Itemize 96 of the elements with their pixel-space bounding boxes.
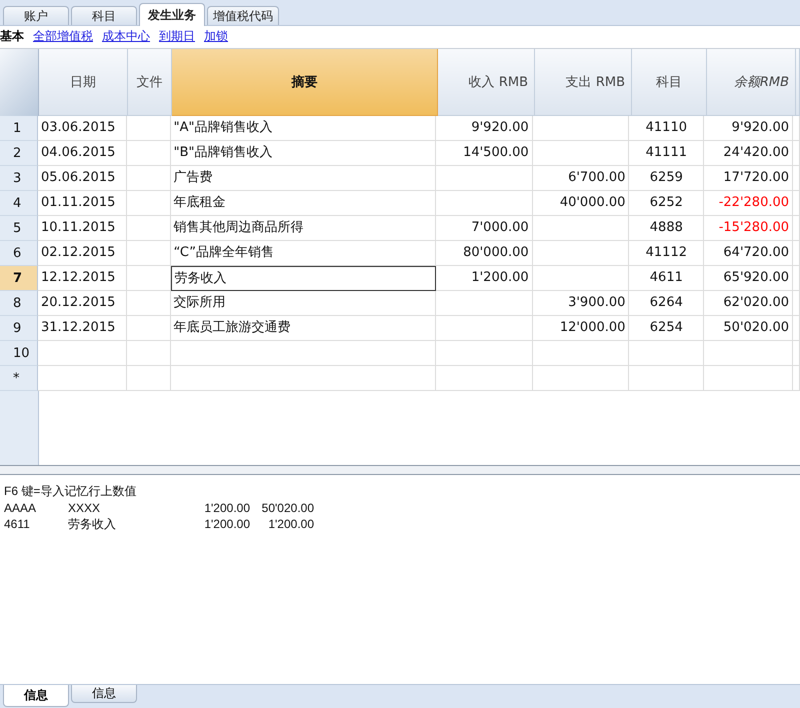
table-cell [126,241,171,266]
table-cell: "B"品牌销售收入 [170,141,436,166]
table-cell: 02.12.2015 [38,241,127,266]
info-text: 劳务收入 [68,516,117,532]
tab[interactable]: 账户 [3,6,69,25]
table-cell: 05.06.2015 [38,166,127,191]
table-cell: 03.06.2015 [38,116,127,141]
table-cell: 20.12.2015 [38,291,127,316]
tab[interactable]: 信息 [3,685,69,707]
table-cell: 9'920.00 [704,116,794,141]
column-header[interactable]: 余额RMB [707,49,796,116]
table-cell: 销售其他周边商品所得 [170,216,436,241]
corner-header [0,49,39,116]
table-cell: 交际所用 [170,291,436,316]
table-cell [126,291,171,316]
column-header[interactable]: 摘要 [172,49,438,116]
table-cell [126,216,171,241]
table-cell: -15'280.00 [704,216,794,241]
table-cell: 41111 [629,141,704,166]
column-header[interactable]: 收入 RMB [438,49,535,116]
table-cell: 64'720.00 [704,241,794,266]
table-cell: 劳务收入 [170,266,436,291]
table-cell: 12.12.2015 [38,266,127,291]
table-cell: 年底员工旅游交通费 [170,316,436,341]
table-cell: "A"品牌销售收入 [170,116,436,141]
table-cell: 80'000.00 [436,241,533,266]
table-cell: 广告费 [170,166,436,191]
tab[interactable]: 发生业务 [139,3,205,26]
row-number: 3 [0,166,38,191]
table-cell: 62'020.00 [704,291,794,316]
table-cell: 04.06.2015 [38,141,127,166]
hint-text: F6 键=导入记忆行上数值 [4,483,138,500]
tab[interactable]: 信息 [71,685,137,703]
table-cell: 6'700.00 [532,166,630,191]
view-link[interactable]: 基本 [0,28,24,44]
table-cell: 14'500.00 [436,141,533,166]
splitter-bar[interactable] [0,465,800,475]
view-link[interactable]: 全部增值税 [33,28,93,44]
view-link[interactable]: 成本中心 [102,28,150,44]
table-cell: 65'920.00 [704,266,794,291]
column-header[interactable]: 文件 [128,49,172,116]
table-cell: “C”品牌全年销售 [170,241,436,266]
table-cell: 17'720.00 [704,166,794,191]
table-cell: 3'900.00 [532,291,630,316]
row-number: 5 [0,216,38,241]
info-text: AAAA [4,501,38,515]
info-text: 50'020.00 [260,501,314,515]
table-cell: 40'000.00 [532,191,630,216]
row-number: 1 [0,116,38,141]
column-header[interactable]: 科目 [632,49,707,116]
table-cell: 50'020.00 [704,316,794,341]
table-cell: 7'000.00 [436,216,533,241]
tab[interactable]: 增值税代码 [207,6,279,25]
table-cell: 31.12.2015 [38,316,127,341]
table-cell: 4611 [629,266,704,291]
table-cell [126,166,171,191]
table-cell: 10.11.2015 [38,216,127,241]
table-cell: 6264 [629,291,704,316]
row-number: 7 [0,266,38,291]
table-cell: 1'200.00 [436,266,533,291]
tab[interactable]: 科目 [71,6,137,25]
view-link[interactable]: 到期日 [159,28,195,44]
table-cell: 41112 [629,241,704,266]
table-cell: 6259 [629,166,704,191]
table-cell: 4888 [629,216,704,241]
table-cell: 9'920.00 [436,116,533,141]
table-cell: 41110 [629,116,704,141]
info-text: 1'200.00 [203,501,250,515]
table-cell [126,191,171,216]
view-link[interactable]: 加锁 [204,28,228,44]
table-cell: 6252 [629,191,704,216]
column-header[interactable]: 日期 [39,49,128,116]
info-text: 4611 [4,517,31,531]
row-number: * [0,366,38,391]
info-text: 1'200.00 [203,517,250,531]
table-cell [126,116,171,141]
table-cell: 24'420.00 [704,141,794,166]
table-cell [126,266,171,291]
table-cell [126,366,171,391]
table-cell [126,316,171,341]
table-cell: 01.11.2015 [38,191,127,216]
row-number: 8 [0,291,38,316]
table-cell: -22'280.00 [704,191,794,216]
info-text: XXXX [68,501,102,515]
row-number: 9 [0,316,38,341]
table-cell: 6254 [629,316,704,341]
table-cell: 年底租金 [170,191,436,216]
row-number: 6 [0,241,38,266]
column-header[interactable]: 支出 RMB [535,49,632,116]
table-cell [126,141,171,166]
row-number: 10 [0,341,38,366]
row-number: 4 [0,191,38,216]
table-cell [126,341,171,366]
row-number: 2 [0,141,38,166]
info-text: 1'200.00 [267,517,314,531]
table-cell: 12'000.00 [532,316,630,341]
